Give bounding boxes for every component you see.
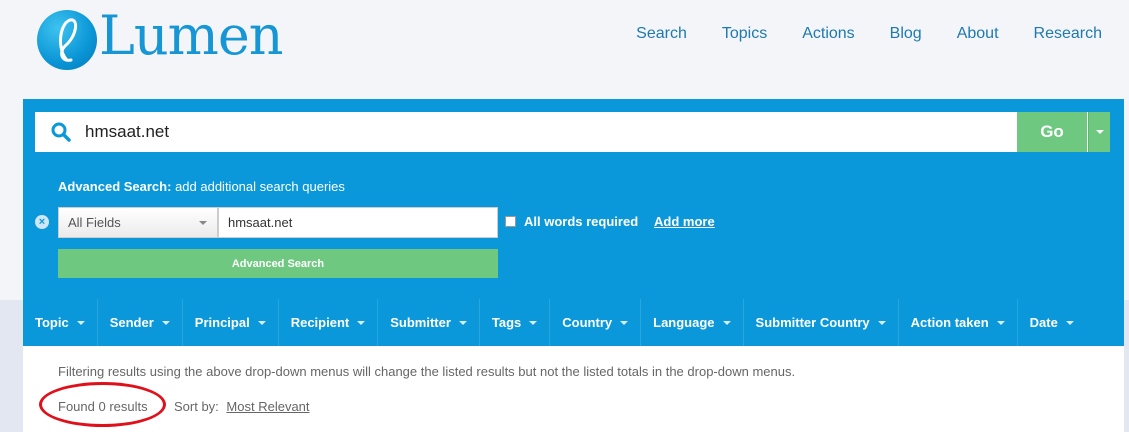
nav-actions[interactable]: Actions (802, 25, 854, 43)
filter-country[interactable]: Country (550, 299, 642, 346)
filter-label: Topic (35, 315, 69, 330)
field-select-value: All Fields (68, 215, 121, 230)
site-header: Lumen Search Topics Actions Blog About R… (0, 0, 1129, 98)
filter-label: Principal (194, 315, 250, 330)
annotation-circle (39, 382, 166, 427)
chevron-down-icon (620, 320, 629, 325)
all-words-checkbox[interactable] (505, 216, 516, 227)
filter-action-taken[interactable]: Action taken (899, 299, 1018, 346)
chevron-down-icon (1095, 130, 1104, 134)
chevron-down-icon (257, 320, 266, 325)
go-button[interactable]: Go (1017, 112, 1087, 152)
chevron-down-icon (199, 221, 207, 225)
filter-recipient[interactable]: Recipient (279, 299, 379, 346)
chevron-down-icon (76, 320, 85, 325)
filter-language[interactable]: Language (641, 299, 744, 346)
lumen-logo[interactable]: Lumen (37, 4, 307, 72)
nav-about[interactable]: About (957, 25, 999, 43)
chevron-down-icon (877, 320, 886, 325)
filter-label: Recipient (290, 315, 350, 330)
logo-text: Lumen (99, 4, 284, 67)
filter-bar: Topic Sender Principal Recipient Submitt… (23, 299, 1124, 346)
main-nav: Search Topics Actions Blog About Researc… (601, 25, 1102, 43)
chevron-down-icon (458, 320, 467, 325)
nav-research[interactable]: Research (1034, 25, 1102, 43)
sort-option-link[interactable]: Most Relevant (226, 399, 309, 414)
filter-label: Submitter (390, 315, 451, 330)
advanced-search-button[interactable]: Advanced Search (58, 249, 498, 278)
search-bar: Go (35, 112, 1110, 152)
filter-principal[interactable]: Principal (183, 299, 279, 346)
search-icon (51, 122, 71, 142)
nav-topics[interactable]: Topics (722, 25, 767, 43)
all-words-label: All words required (524, 214, 639, 229)
filter-label: Language (653, 315, 715, 330)
filter-submitter[interactable]: Submitter (378, 299, 480, 346)
all-words-required[interactable]: All words required (505, 214, 638, 229)
advanced-search-heading: Advanced Search: add additional search q… (58, 179, 345, 194)
field-select[interactable]: All Fields (58, 207, 218, 238)
go-options-toggle[interactable] (1088, 112, 1110, 152)
advanced-search-title: Advanced Search: (58, 179, 172, 194)
chevron-down-icon (357, 320, 366, 325)
add-more-link[interactable]: Add more (654, 214, 715, 229)
sort-by: Sort by: Most Relevant (174, 399, 310, 414)
filter-label: Country (562, 315, 613, 330)
filter-submitter-country[interactable]: Submitter Country (744, 299, 899, 346)
nav-blog[interactable]: Blog (890, 25, 922, 43)
advanced-search-subtitle: add additional search queries (175, 179, 345, 194)
advanced-field-input[interactable] (218, 207, 498, 238)
logo-mark-icon (37, 10, 97, 70)
search-input[interactable] (85, 112, 1005, 152)
filter-sender[interactable]: Sender (98, 299, 183, 346)
filter-date[interactable]: Date (1018, 299, 1086, 346)
filter-tags[interactable]: Tags (480, 299, 551, 346)
chevron-down-icon (161, 320, 170, 325)
chevron-down-icon (529, 320, 538, 325)
filter-label: Tags (491, 315, 522, 330)
nav-search[interactable]: Search (636, 25, 687, 43)
filter-label: Sender (109, 315, 154, 330)
remove-icon[interactable]: × (35, 215, 49, 229)
chevron-down-icon (996, 320, 1005, 325)
chevron-down-icon (1065, 320, 1074, 325)
results-area: Filtering results using the above drop-d… (23, 346, 1124, 432)
search-panel: Go Advanced Search: add additional searc… (23, 99, 1124, 346)
filter-label: Submitter Country (755, 315, 870, 330)
sort-label: Sort by: (174, 399, 219, 414)
filter-label: Date (1029, 315, 1058, 330)
chevron-down-icon (722, 320, 731, 325)
filter-note: Filtering results using the above drop-d… (58, 364, 796, 379)
filter-topic[interactable]: Topic (23, 299, 98, 346)
filter-label: Action taken (910, 315, 989, 330)
